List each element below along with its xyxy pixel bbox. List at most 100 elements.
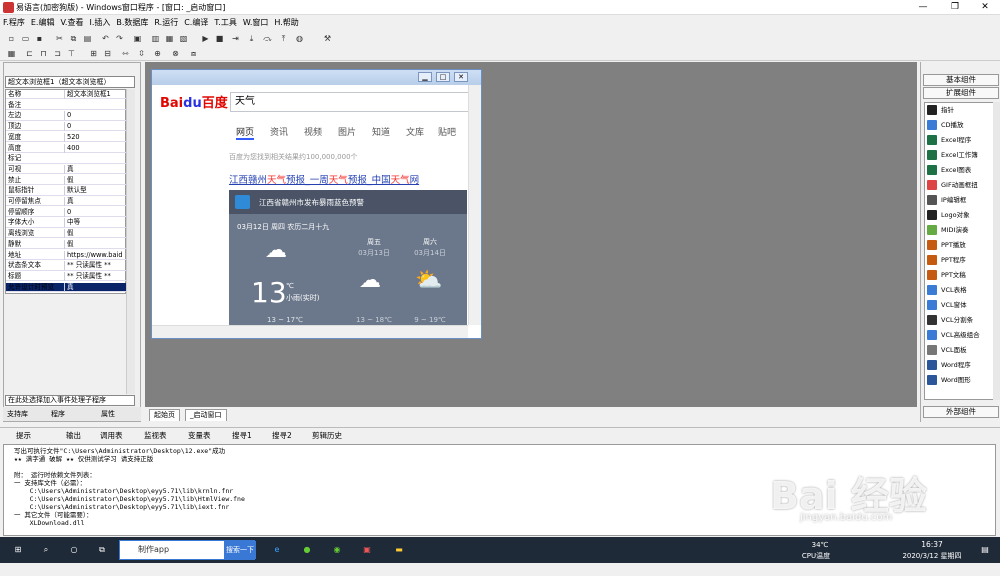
cortana-icon[interactable]: ○ xyxy=(64,537,84,563)
menu-view[interactable]: V.查看 xyxy=(57,15,86,30)
property-value[interactable]: 0 xyxy=(64,111,127,121)
object-selector[interactable]: 超文本浏览框1（超文本浏览框） xyxy=(5,76,135,88)
property-row[interactable]: 标题 ** 只读属性 ** xyxy=(6,271,127,282)
property-row[interactable]: 停留顺序 0 xyxy=(6,207,127,218)
external-components-button[interactable]: 外部组件 xyxy=(923,406,999,418)
tab-search2[interactable]: 搜寻2 xyxy=(272,430,292,442)
menu-database[interactable]: B.数据库 xyxy=(113,15,151,30)
align-right-icon[interactable]: ⊐ xyxy=(52,48,63,59)
component-item[interactable]: MIDI演奏 xyxy=(927,223,993,237)
component-item[interactable]: Excel图表 xyxy=(927,163,993,177)
component-item[interactable]: VCL分割条 xyxy=(927,313,993,327)
dw-maximize-icon[interactable]: □ xyxy=(436,72,450,82)
taskbar-search-box[interactable]: 制作app 搜索一下 xyxy=(119,540,256,560)
tab-search1[interactable]: 搜寻1 xyxy=(232,430,252,442)
property-row[interactable]: 禁止 假 xyxy=(6,175,127,185)
property-row[interactable]: 状态条文本 ** 只读属性 ** xyxy=(6,261,127,271)
tab-support-lib[interactable]: 支持库 xyxy=(7,408,28,420)
property-scrollbar[interactable] xyxy=(126,89,135,394)
property-value[interactable]: 默认型 xyxy=(64,186,127,196)
component-item[interactable]: CD播放 xyxy=(927,118,993,132)
paste-icon[interactable]: ▤ xyxy=(82,33,93,44)
copy-icon[interactable]: ⧉ xyxy=(68,33,79,44)
property-row[interactable]: 静默 假 xyxy=(6,239,127,250)
menu-program[interactable]: F.程序 xyxy=(0,15,28,30)
align-left-icon[interactable]: ⊏ xyxy=(24,48,35,59)
property-row[interactable]: 宽度 520 xyxy=(6,132,127,143)
property-row[interactable]: 左边 0 xyxy=(6,111,127,121)
browser-vscroll[interactable] xyxy=(468,85,481,325)
property-value[interactable]: 真 xyxy=(64,164,127,174)
grid-icon[interactable]: ▦ xyxy=(6,48,17,59)
step-out-icon[interactable]: ⤒ xyxy=(278,33,289,44)
component-item[interactable]: IP编辑框 xyxy=(927,193,993,207)
basic-components-button[interactable]: 基本组件 xyxy=(923,74,999,86)
breakpoint-icon[interactable]: ◍ xyxy=(294,33,305,44)
component-item[interactable]: VCL高级组合 xyxy=(927,328,993,342)
tab-output[interactable]: 输出 xyxy=(66,430,81,442)
step-over-icon[interactable]: ⤼ xyxy=(262,33,273,44)
menu-run[interactable]: R.运行 xyxy=(151,15,181,30)
tab-clip-history[interactable]: 剪辑历史 xyxy=(312,430,342,442)
new-file-icon[interactable]: ▫ xyxy=(6,33,17,44)
component-item[interactable]: VCL面板 xyxy=(927,343,993,357)
layout2-icon[interactable]: ▦ xyxy=(164,33,175,44)
property-row[interactable]: 顶边 0 xyxy=(6,122,127,132)
baidu-tab-video[interactable]: 视频 xyxy=(304,125,322,138)
layout-icon[interactable]: ▥ xyxy=(150,33,161,44)
order-icon[interactable]: ⧈ xyxy=(188,48,199,59)
menu-window[interactable]: W.窗口 xyxy=(240,15,272,30)
component-item[interactable]: Excel程序 xyxy=(927,133,993,147)
property-row[interactable]: 鼠标指针 默认型 xyxy=(6,186,127,196)
close-button[interactable]: ✕ xyxy=(970,0,1000,15)
property-row[interactable]: 名称 超文本浏览框1 xyxy=(6,90,127,100)
menu-edit[interactable]: E.编辑 xyxy=(28,15,58,30)
folder-icon[interactable]: ▬ xyxy=(388,537,410,563)
same-width-icon[interactable]: ⊞ xyxy=(88,48,99,59)
property-row[interactable]: 地址 https://www.baid xyxy=(6,250,127,260)
weather-card[interactable]: 江西省赣州市发布暴雨蓝色预警 03月12日 周四 农历二月十九 ☁ 13 ℃ 小… xyxy=(229,190,467,325)
baidu-tab-news[interactable]: 资讯 xyxy=(270,125,288,138)
dw-close-icon[interactable]: ✕ xyxy=(454,72,468,82)
app-icon-browser[interactable]: ◉ xyxy=(326,537,348,563)
undo-icon[interactable]: ↶ xyxy=(100,33,111,44)
tab-watch[interactable]: 监视表 xyxy=(144,430,167,442)
property-row[interactable]: 可停留焦点 真 xyxy=(6,197,127,207)
property-row[interactable]: 离线浏览 假 xyxy=(6,229,127,239)
baidu-tab-tieba[interactable]: 贴吧 xyxy=(438,125,456,138)
property-value[interactable]: 中等 xyxy=(64,218,127,228)
stop-icon[interactable]: ■ xyxy=(214,33,225,44)
component-item[interactable]: Logo对象 xyxy=(927,208,993,222)
browser-hscroll[interactable] xyxy=(152,325,468,338)
property-value[interactable]: 真 xyxy=(64,282,127,292)
task-view-icon[interactable]: ⧉ xyxy=(92,537,112,563)
property-value[interactable]: ** 只读属性 ** xyxy=(64,271,127,281)
baidu-tab-wenku[interactable]: 文库 xyxy=(406,125,424,138)
component-item[interactable]: PPT播放 xyxy=(927,238,993,252)
space-h-icon[interactable]: ⇿ xyxy=(120,48,131,59)
same-height-icon[interactable]: ⊟ xyxy=(102,48,113,59)
property-row[interactable]: 允许设计时预览真 xyxy=(6,282,127,292)
app-icon-green[interactable]: ● xyxy=(296,537,318,563)
component-item[interactable]: Excel工作簿 xyxy=(927,148,993,162)
menu-help[interactable]: H.帮助 xyxy=(271,15,301,30)
tab-program[interactable]: 程序 xyxy=(51,408,65,420)
extended-components-button[interactable]: 扩展组件 xyxy=(923,87,999,99)
maximize-button[interactable]: ❐ xyxy=(940,0,970,15)
property-value[interactable]: 真 xyxy=(64,197,127,206)
startup-window[interactable]: ▁ □ ✕ Baidu百度 天气 网页 资讯 视频 图片 知道 文库 贴吧 百度… xyxy=(151,69,482,339)
center-h-icon[interactable]: ⊕ xyxy=(152,48,163,59)
component-item[interactable]: GIF动画框扭 xyxy=(927,178,993,192)
tab-variables[interactable]: 变量表 xyxy=(188,430,211,442)
tab-startup-window[interactable]: _启动窗口 xyxy=(185,409,227,421)
property-value[interactable]: 超文本浏览框1 xyxy=(64,90,127,99)
save-icon[interactable]: ▪ xyxy=(34,33,45,44)
property-value[interactable]: https://www.baid xyxy=(64,250,127,260)
property-row[interactable]: 高度 400 xyxy=(6,143,127,153)
baidu-tab-image[interactable]: 图片 xyxy=(338,125,356,138)
property-row[interactable]: 备注 xyxy=(6,101,127,111)
space-v-icon[interactable]: ⇳ xyxy=(136,48,147,59)
redo-icon[interactable]: ↷ xyxy=(114,33,125,44)
menu-insert[interactable]: I.插入 xyxy=(86,15,113,30)
property-row[interactable]: 字体大小 中等 xyxy=(6,218,127,228)
